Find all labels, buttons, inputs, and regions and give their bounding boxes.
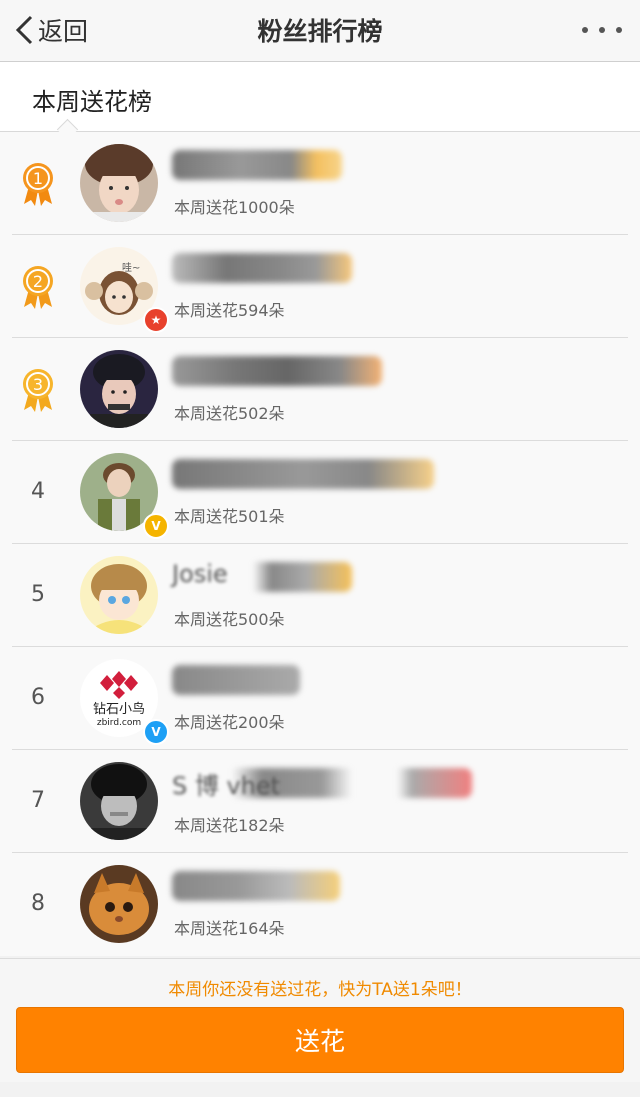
avatar[interactable] [80,762,158,840]
ranking-row[interactable]: 1 本周送花1000朵 [0,132,640,235]
svg-text:2: 2 [33,272,43,291]
blurred-username [172,871,340,901]
svg-text:3: 3 [33,375,43,394]
svg-text:钻石小鸟: 钻石小鸟 [93,701,145,717]
ranking-row[interactable]: 4 V 本周送花501朵 [0,441,640,544]
star-badge-icon: ★ [143,307,169,333]
blurred-username [172,253,352,283]
flower-count: 本周送花502朵 [174,404,285,423]
rank-number: 6 [31,685,45,710]
medal-gold-icon: 1 [20,162,56,206]
ranking-row[interactable]: 6 钻石小鸟 zbird.com V 本周送花200朵 [0,647,640,750]
flower-count: 本周送花500朵 [174,610,285,629]
rank-number: 5 [31,582,45,607]
blurred-username [172,459,434,489]
ranking-row[interactable]: 2 哇~ ★ 本周送花594朵 [0,235,640,338]
flower-count: 本周送花1000朵 [174,198,295,217]
verified-v-badge-icon: V [143,513,169,539]
avatar[interactable] [80,865,158,943]
rank-number: 7 [31,788,45,813]
ranking-row[interactable]: 8 本周送花164朵 [0,853,640,956]
verified-v-badge-icon: V [143,719,169,745]
ranking-row[interactable]: 5 Josie 本周送花500朵 [0,544,640,647]
navigation-bar: 返回 粉丝排行榜 [0,0,640,62]
svg-text:zbird.com: zbird.com [97,718,141,728]
tab-bar: 本周送花榜 [0,62,640,132]
flower-count: 本周送花182朵 [174,816,285,835]
send-flower-button[interactable]: 送花 [16,1007,624,1073]
svg-text:哇~: 哇~ [122,261,140,274]
blurred-username [172,665,300,695]
flower-count: 本周送花594朵 [174,301,285,320]
flower-count: 本周送花164朵 [174,919,285,938]
username-text: S 博 vhet [172,772,281,800]
ranking-row[interactable]: 7 S 博 vhet 本周送花182朵 [0,750,640,853]
more-dots-icon[interactable] [582,16,622,44]
avatar[interactable] [80,144,158,222]
avatar[interactable] [80,350,158,428]
blurred-username [172,356,382,386]
send-flower-hint: 本周你还没有送过花，快为TA送1朵吧！ [168,980,472,1000]
svg-text:1: 1 [33,169,43,188]
rank-number: 8 [31,891,45,916]
ranking-list: 1 本周送花1000朵 2 哇~ ★ 本周送花594朵 3 本周送花502朵 4… [0,132,640,956]
medal-bronze-icon: 3 [20,368,56,412]
footer: 本周你还没有送过花，快为TA送1朵吧！ 送花 [0,958,640,1082]
page-title: 粉丝排行榜 [257,17,383,46]
rank-number: 4 [31,479,45,504]
ranking-row[interactable]: 3 本周送花502朵 [0,338,640,441]
flower-count: 本周送花200朵 [174,713,285,732]
blurred-username [172,150,342,180]
tab-weekly-flowers[interactable]: 本周送花榜 [32,82,152,117]
username-text: Josie [172,560,228,588]
avatar[interactable] [80,556,158,634]
medal-silver-icon: 2 [20,265,56,309]
flower-count: 本周送花501朵 [174,507,285,526]
